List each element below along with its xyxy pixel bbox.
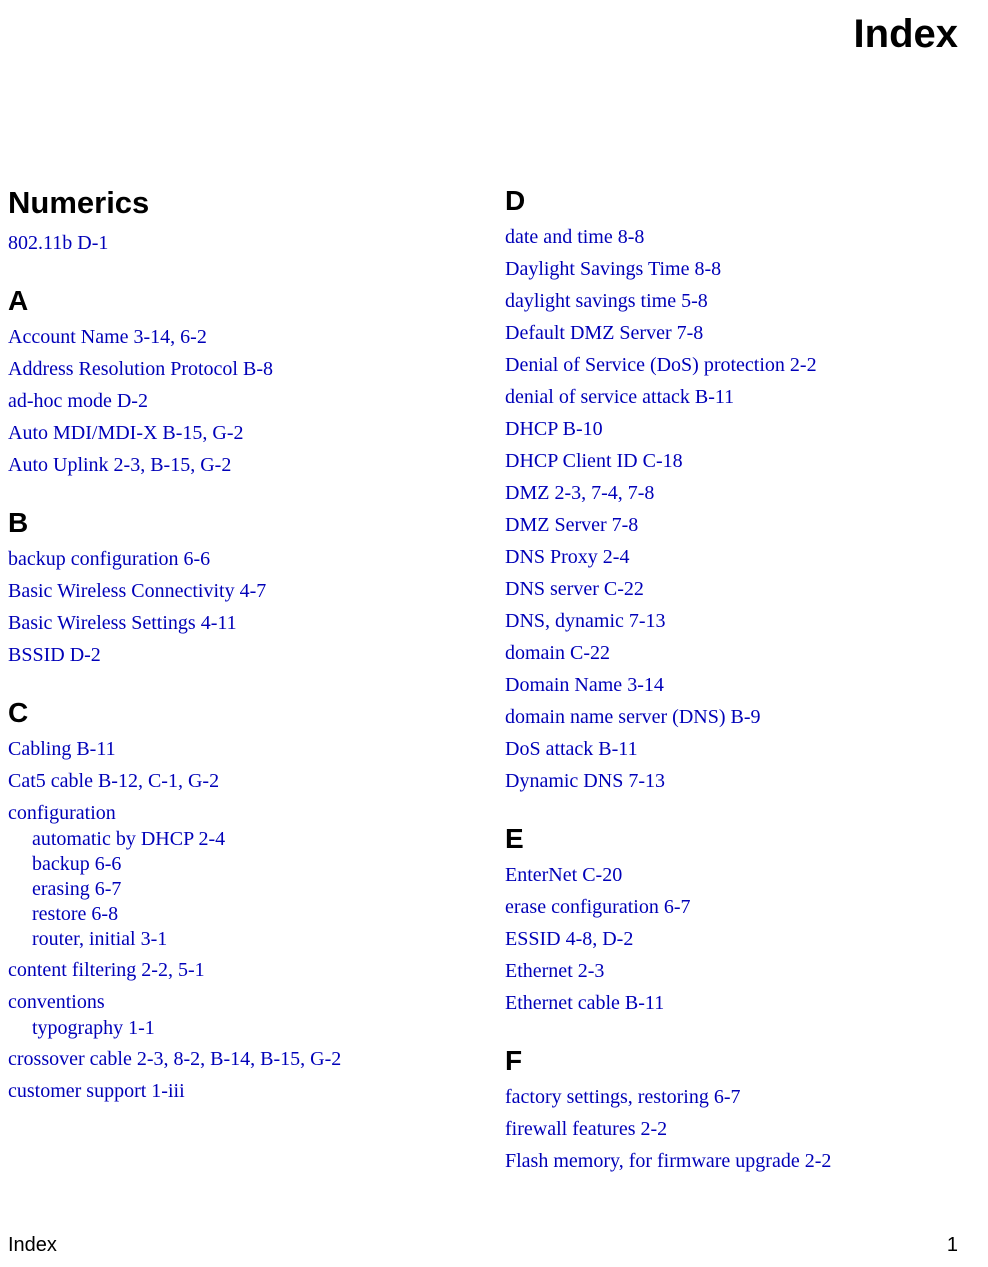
footer-left: Index [8, 1234, 57, 1257]
right-column: D date and time 8-8 Daylight Savings Tim… [505, 185, 978, 1179]
index-entry[interactable]: DMZ Server 7-8 [505, 511, 978, 539]
index-entry[interactable]: Basic Wireless Settings 4-11 [8, 609, 481, 637]
heading-c: C [8, 697, 481, 729]
index-entry[interactable]: content filtering 2-2, 5-1 [8, 956, 481, 984]
index-entry[interactable]: erase configuration 6-7 [505, 893, 978, 921]
index-entry[interactable]: daylight savings time 5-8 [505, 287, 978, 315]
index-entry[interactable]: EnterNet C-20 [505, 861, 978, 889]
index-entry[interactable]: Domain Name 3-14 [505, 671, 978, 699]
index-entry[interactable]: Dynamic DNS 7-13 [505, 767, 978, 795]
index-entry[interactable]: DNS server C-22 [505, 575, 978, 603]
index-entry[interactable]: Ethernet 2-3 [505, 957, 978, 985]
heading-d: D [505, 185, 978, 217]
index-entry[interactable]: domain name server (DNS) B-9 [505, 703, 978, 731]
index-entry[interactable]: conventions [8, 988, 481, 1016]
index-entry[interactable]: crossover cable 2-3, 8-2, B-14, B-15, G-… [8, 1045, 481, 1073]
heading-b: B [8, 507, 481, 539]
left-column: Numerics 802.11b D-1 A Account Name 3-14… [8, 185, 481, 1179]
index-entry[interactable]: customer support 1-iii [8, 1077, 481, 1105]
index-subentry[interactable]: router, initial 3-1 [8, 927, 481, 952]
index-entry[interactable]: denial of service attack B-11 [505, 383, 978, 411]
index-entry[interactable]: Default DMZ Server 7-8 [505, 319, 978, 347]
index-content: Numerics 802.11b D-1 A Account Name 3-14… [8, 185, 978, 1179]
index-subentry[interactable]: automatic by DHCP 2-4 [8, 827, 481, 852]
index-entry[interactable]: DHCP B-10 [505, 415, 978, 443]
index-entry[interactable]: Auto MDI/MDI-X B-15, G-2 [8, 419, 481, 447]
index-entry[interactable]: date and time 8-8 [505, 223, 978, 251]
index-entry[interactable]: ad-hoc mode D-2 [8, 387, 481, 415]
index-entry[interactable]: Auto Uplink 2-3, B-15, G-2 [8, 451, 481, 479]
index-subentry[interactable]: backup 6-6 [8, 852, 481, 877]
heading-f: F [505, 1045, 978, 1077]
index-entry[interactable]: DoS attack B-11 [505, 735, 978, 763]
index-entry[interactable]: Address Resolution Protocol B-8 [8, 355, 481, 383]
index-entry[interactable]: DMZ 2-3, 7-4, 7-8 [505, 479, 978, 507]
index-entry[interactable]: backup configuration 6-6 [8, 545, 481, 573]
index-entry[interactable]: 802.11b D-1 [8, 229, 481, 257]
index-entry[interactable]: Cat5 cable B-12, C-1, G-2 [8, 767, 481, 795]
heading-numerics: Numerics [8, 185, 481, 221]
index-entry[interactable]: Basic Wireless Connectivity 4-7 [8, 577, 481, 605]
index-entry[interactable]: firewall features 2-2 [505, 1115, 978, 1143]
index-entry[interactable]: Denial of Service (DoS) protection 2-2 [505, 351, 978, 379]
index-entry[interactable]: ESSID 4-8, D-2 [505, 925, 978, 953]
index-subentry[interactable]: erasing 6-7 [8, 877, 481, 902]
index-entry[interactable]: configuration [8, 799, 481, 827]
index-entry[interactable]: Ethernet cable B-11 [505, 989, 978, 1017]
index-subentry[interactable]: restore 6-8 [8, 902, 481, 927]
heading-e: E [505, 823, 978, 855]
index-entry[interactable]: BSSID D-2 [8, 641, 481, 669]
heading-a: A [8, 285, 481, 317]
page-title: Index [854, 12, 958, 57]
index-entry[interactable]: Cabling B-11 [8, 735, 481, 763]
index-entry[interactable]: Daylight Savings Time 8-8 [505, 255, 978, 283]
index-entry[interactable]: DNS Proxy 2-4 [505, 543, 978, 571]
index-entry[interactable]: Flash memory, for firmware upgrade 2-2 [505, 1147, 978, 1175]
index-entry[interactable]: domain C-22 [505, 639, 978, 667]
index-entry[interactable]: Account Name 3-14, 6-2 [8, 323, 481, 351]
footer-page-number: 1 [947, 1234, 958, 1257]
index-subentry[interactable]: typography 1-1 [8, 1016, 481, 1041]
index-entry[interactable]: DHCP Client ID C-18 [505, 447, 978, 475]
index-entry[interactable]: factory settings, restoring 6-7 [505, 1083, 978, 1111]
footer: Index 1 [8, 1234, 958, 1257]
index-entry[interactable]: DNS, dynamic 7-13 [505, 607, 978, 635]
